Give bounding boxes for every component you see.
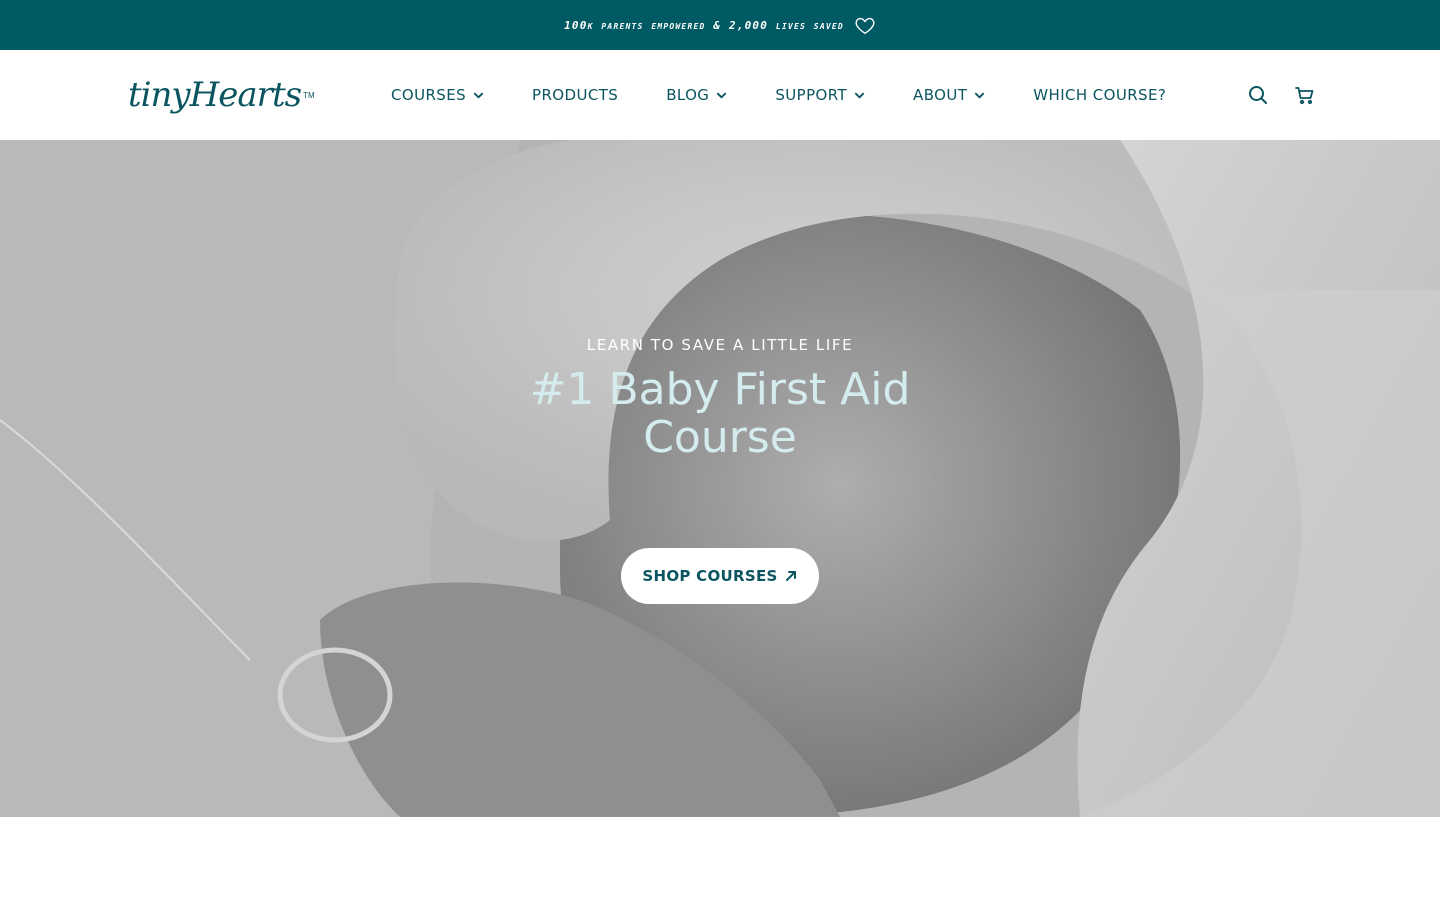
nav-courses-label: COURSES (391, 86, 467, 104)
hero-eyebrow: LEARN TO SAVE A LITTLE LIFE (586, 336, 854, 354)
cart-icon[interactable] (1293, 83, 1317, 107)
hero-section: LEARN TO SAVE A LITTLE LIFE #1 Baby Firs… (0, 140, 1440, 817)
hero-title: #1 Baby First Aid Course (529, 364, 911, 463)
site-header: tinyHearts TM COURSES PRODUCTS BLOG SUPP… (0, 50, 1440, 140)
shop-courses-button[interactable]: SHOP COURSES (621, 548, 819, 604)
heart-icon (854, 14, 876, 36)
arrow-up-right-icon (784, 569, 798, 583)
header-actions (1246, 83, 1317, 107)
chevron-down-icon (716, 90, 727, 101)
nav-support[interactable]: SUPPORT (775, 86, 865, 104)
tinyhearts-logo[interactable]: tinyHearts TM (128, 72, 315, 118)
logo-trademark: TM (303, 90, 315, 100)
nav-courses[interactable]: COURSES (391, 86, 484, 104)
nav-products[interactable]: PRODUCTS (532, 86, 618, 104)
nav-products-label: PRODUCTS (532, 86, 619, 104)
logo-text: tinyHearts (128, 75, 302, 115)
announcement-text: 100K PARENTS EMPOWERED & 2,000 LIVES SAV… (564, 18, 844, 32)
nav-about[interactable]: ABOUT (913, 86, 985, 104)
nav-blog[interactable]: BLOG (666, 86, 727, 104)
nav-which-course-label: WHICH COURSE? (1033, 86, 1167, 104)
announcement-bar: 100K PARENTS EMPOWERED & 2,000 LIVES SAV… (0, 0, 1440, 50)
chevron-down-icon (854, 90, 865, 101)
nav-blog-label: BLOG (666, 86, 710, 104)
nav-support-label: SUPPORT (775, 86, 848, 104)
search-icon[interactable] (1246, 83, 1270, 107)
main-nav: COURSES PRODUCTS BLOG SUPPORT ABOUT WHIC… (391, 50, 1166, 140)
shop-courses-label: SHOP COURSES (642, 567, 778, 585)
hero-content: LEARN TO SAVE A LITTLE LIFE #1 Baby Firs… (0, 140, 1440, 817)
chevron-down-icon (473, 90, 484, 101)
chevron-down-icon (974, 90, 985, 101)
nav-about-label: ABOUT (913, 86, 968, 104)
nav-which-course[interactable]: WHICH COURSE? (1033, 86, 1166, 104)
